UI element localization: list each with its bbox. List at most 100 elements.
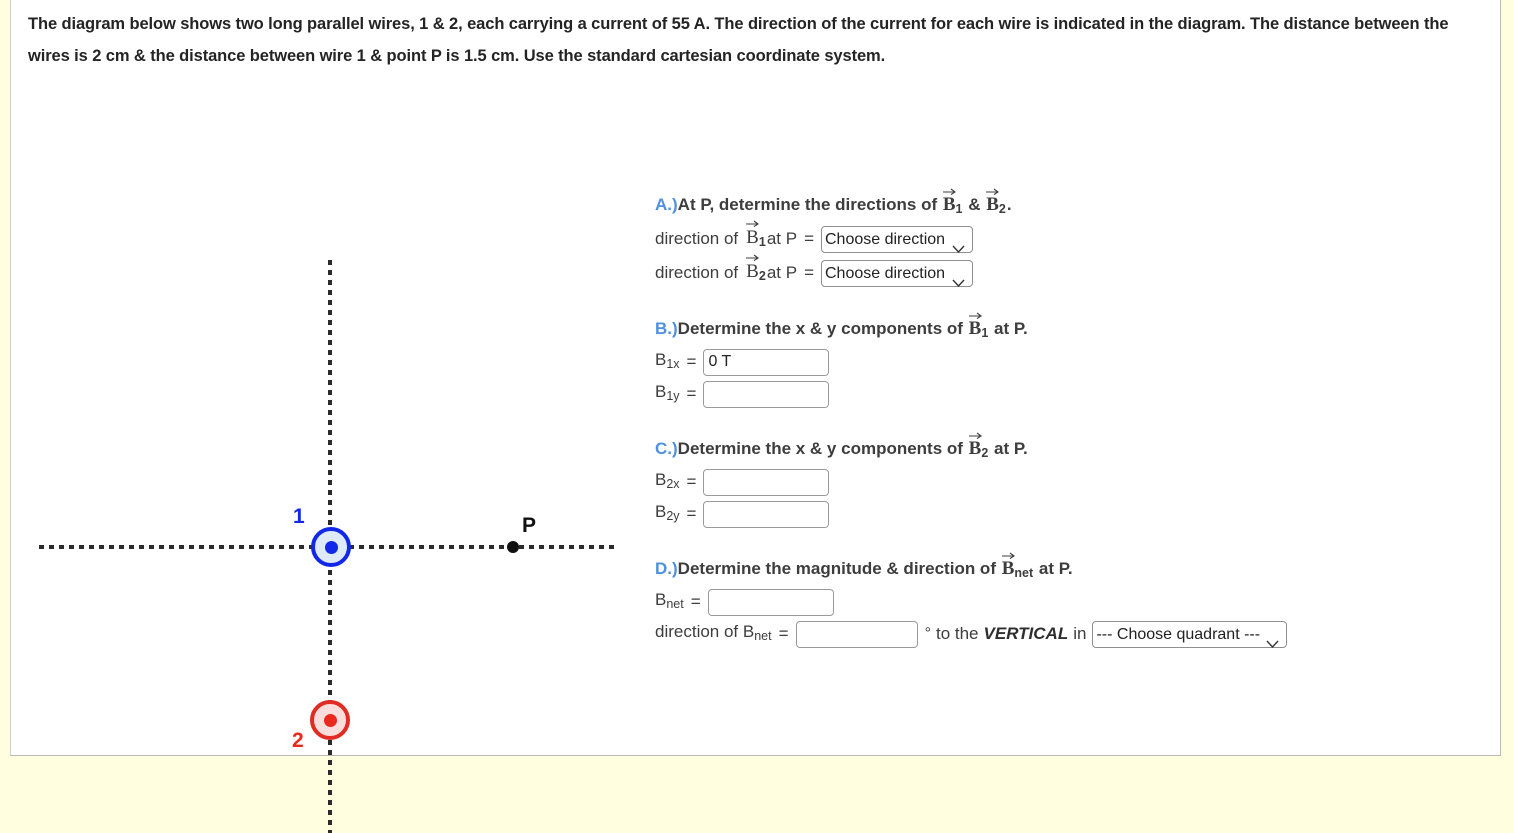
vector-b1-glyph: B1 — [942, 187, 963, 222]
bnet-direction-row: direction of Bnet = ° to the VERTICAL in… — [655, 618, 1495, 650]
b1y-label: B1y — [655, 378, 680, 410]
section-c-heading: C.)Determine the x & y components of B2 … — [655, 431, 1495, 466]
wire-1-current-out-of-page-icon — [311, 527, 351, 567]
bnet-label: Bnet — [655, 586, 684, 618]
direction-b2-select[interactable]: Choose direction — [821, 260, 973, 287]
b1x-input[interactable] — [703, 348, 830, 376]
vector-b2-subscript: 2 — [981, 446, 989, 460]
physics-diagram: 1 2 P — [11, 120, 631, 833]
b1x-subscript: 1x — [666, 357, 680, 371]
quadrant-select[interactable]: --- Choose quadrant --- — [1092, 621, 1288, 648]
to-the-text: to the — [935, 624, 979, 643]
equals-sign: = — [690, 592, 701, 611]
vector-bnet-glyph: Bnet — [1001, 551, 1034, 586]
b2x-label-letter: B — [655, 470, 667, 489]
vector-arrow-icon — [986, 187, 1000, 195]
problem-statement: The diagram below shows two long paralle… — [28, 15, 1449, 65]
equals-sign: = — [686, 352, 697, 371]
section-d-heading: D.)Determine the magnitude & direction o… — [655, 551, 1495, 586]
vector-bnet-subscript: net — [1014, 566, 1034, 580]
wire-2-label: 2 — [292, 729, 304, 752]
vector-b2-glyph: B2 — [986, 187, 1006, 222]
b1x-row: B1x = — [655, 346, 1495, 378]
section-d-heading-post: at P. — [1034, 559, 1073, 578]
quadrant-select-wrapper: --- Choose quadrant --- — [1092, 620, 1288, 649]
bnet-direction-label: direction of Bnet — [655, 618, 772, 650]
section-a-heading-pre: At P, determine the directions of — [677, 195, 942, 214]
b2y-label-letter: B — [655, 502, 667, 521]
vector-arrow-icon — [1001, 551, 1015, 559]
vector-b2-glyph: B2 — [968, 431, 989, 466]
point-p-marker — [507, 541, 519, 553]
section-a: A.)At P, determine the directions of B1 … — [655, 187, 1495, 290]
b1x-label-letter: B — [655, 350, 667, 369]
wire-1-dot — [324, 540, 338, 554]
direction-b2-select-wrapper: Choose direction — [821, 259, 973, 288]
vector-b1-glyph: B1 — [746, 219, 766, 256]
bnet-direction-label-text: direction of B — [655, 622, 755, 641]
b2x-input[interactable] — [703, 468, 830, 496]
bnet-angle-input[interactable] — [795, 620, 918, 648]
section-a-letter: A.) — [655, 195, 678, 214]
b1y-label-letter: B — [655, 382, 667, 401]
questions-column: A.)At P, determine the directions of B1 … — [655, 187, 1495, 674]
direction-b1-select[interactable]: Choose direction — [821, 226, 973, 253]
direction-b1-select-wrapper: Choose direction — [821, 225, 973, 254]
direction-b2-row: direction of B2 at P = Choose direction — [655, 253, 1495, 290]
b2x-label: B2x — [655, 466, 680, 498]
equals-sign: = — [778, 624, 789, 643]
wire-2-dot — [323, 713, 337, 727]
wire-1-label: 1 — [293, 505, 305, 528]
vector-b2-subscript: 2 — [758, 269, 766, 283]
equals-sign: = — [686, 472, 697, 491]
section-a-heading-post: . — [1006, 195, 1012, 214]
b1y-subscript: 1y — [666, 389, 680, 403]
direction-b1-label-mid: at P — [766, 229, 798, 248]
vector-arrow-icon — [746, 253, 760, 261]
section-c-heading-post: at P. — [989, 439, 1028, 458]
vector-arrow-icon — [942, 187, 956, 195]
wire-2-current-out-of-page-icon — [310, 700, 350, 740]
b2x-subscript: 2x — [666, 477, 680, 491]
b1y-row: B1y = — [655, 378, 1495, 410]
vector-arrow-icon — [968, 311, 982, 319]
direction-b1-label-pre: direction of — [655, 229, 739, 248]
vector-arrow-icon — [746, 219, 760, 227]
degree-symbol: ° — [924, 625, 931, 642]
vector-b1-subscript: 1 — [758, 235, 766, 249]
section-b-heading-pre: Determine the x & y components of — [677, 319, 968, 338]
b2x-row: B2x = — [655, 466, 1495, 498]
b1y-input[interactable] — [703, 380, 830, 408]
direction-b2-label-mid: at P — [766, 263, 798, 282]
bnet-magnitude-input[interactable] — [707, 588, 834, 616]
section-c: C.)Determine the x & y components of B2 … — [655, 431, 1495, 530]
section-d-heading-pre: Determine the magnitude & direction of — [677, 559, 1001, 578]
section-b-heading-post: at P. — [989, 319, 1028, 338]
bnet-magnitude-row: Bnet = — [655, 586, 1495, 618]
direction-b2-label-pre: direction of — [655, 263, 739, 282]
vector-arrow-icon — [968, 431, 982, 439]
section-c-letter: C.) — [655, 439, 678, 458]
vertical-emphasis-text: VERTICAL — [983, 624, 1069, 643]
section-c-heading-pre: Determine the x & y components of — [677, 439, 968, 458]
vector-b2-subscript: 2 — [998, 202, 1006, 216]
section-a-heading: A.)At P, determine the directions of B1 … — [655, 187, 1495, 222]
vector-b1-subscript: 1 — [955, 202, 963, 216]
equals-sign: = — [686, 504, 697, 523]
content-panel: The diagram below shows two long paralle… — [10, 0, 1501, 833]
bnet-subscript: net — [666, 597, 684, 611]
b1x-label: B1x — [655, 346, 680, 378]
direction-b1-row: direction of B1 at P = Choose direction — [655, 219, 1495, 256]
section-b-letter: B.) — [655, 319, 678, 338]
b2y-subscript: 2y — [666, 509, 680, 523]
b2y-row: B2y = — [655, 498, 1495, 530]
section-d-letter: D.) — [655, 559, 678, 578]
b2y-label: B2y — [655, 498, 680, 530]
section-d: D.)Determine the magnitude & direction o… — [655, 551, 1495, 650]
bnet-direction-subscript: net — [754, 629, 772, 643]
b2y-input[interactable] — [703, 500, 830, 528]
equals-sign: = — [804, 229, 814, 248]
bnet-label-letter: B — [655, 590, 667, 609]
point-p-label: P — [522, 514, 537, 537]
in-text: in — [1073, 624, 1087, 643]
